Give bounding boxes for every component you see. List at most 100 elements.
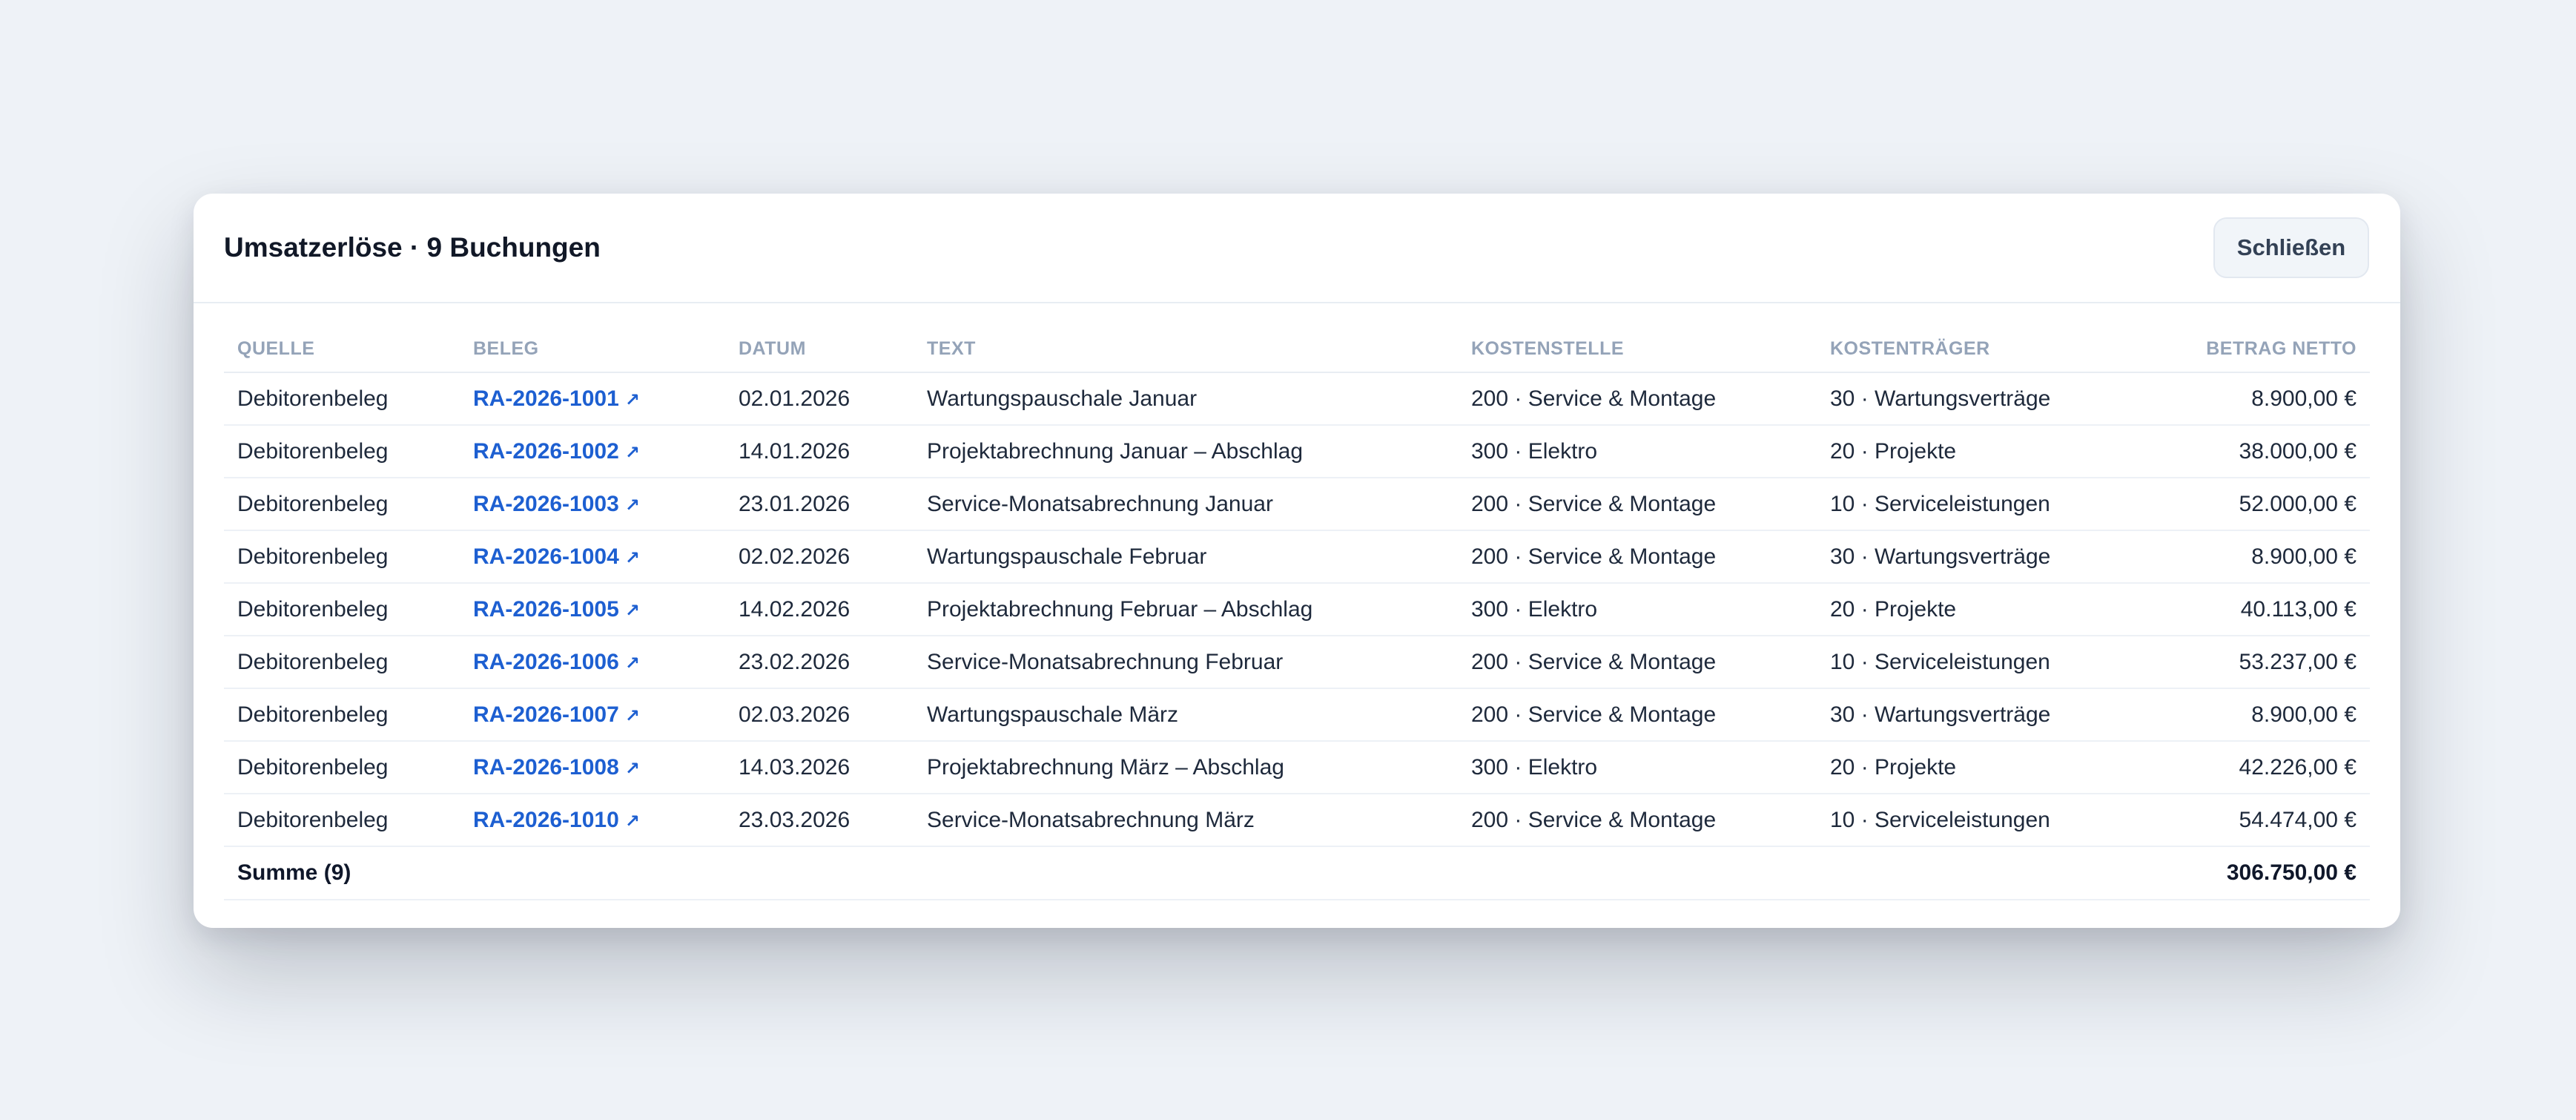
cell-kostentraeger: 10 · Serviceleistungen — [1817, 478, 2136, 531]
beleg-link[interactable]: RA-2026-1005 ↗ — [473, 597, 640, 622]
beleg-link[interactable]: RA-2026-1010 ↗ — [473, 808, 640, 832]
external-link-icon: ↗ — [624, 389, 640, 410]
beleg-link-label: RA-2026-1003 — [473, 491, 619, 516]
cell-kostenstelle: 200 · Service & Montage — [1458, 478, 1817, 531]
cell-quelle: Debitorenbeleg — [224, 530, 460, 584]
cell-beleg: RA-2026-1002 ↗ — [460, 425, 725, 478]
cell-beleg: RA-2026-1005 ↗ — [460, 583, 725, 636]
cell-text: Service-Monatsabrechnung März — [914, 794, 1458, 847]
external-link-icon: ↗ — [624, 547, 640, 568]
cell-kostentraeger: 10 · Serviceleistungen — [1817, 636, 2136, 689]
cell-text: Projektabrechnung Februar – Abschlag — [914, 583, 1458, 636]
column-header-datum: DATUM — [725, 326, 914, 373]
modal-title: Umsatzerlöse · 9 Buchungen — [224, 232, 601, 263]
table-row: Debitorenbeleg RA-2026-1003 ↗ 23.01.2026 … — [224, 478, 2370, 531]
cell-beleg: RA-2026-1007 ↗ — [460, 688, 725, 742]
summary-empty-cell — [725, 846, 914, 900]
cell-betrag: 8.900,00 € — [2136, 530, 2370, 584]
summary-empty-cell — [1817, 846, 2136, 900]
cell-kostentraeger: 20 · Projekte — [1817, 583, 2136, 636]
cell-quelle: Debitorenbeleg — [224, 478, 460, 531]
cell-kostenstelle: 300 · Elektro — [1458, 425, 1817, 478]
external-link-icon: ↗ — [624, 495, 640, 515]
beleg-link-label: RA-2026-1005 — [473, 596, 619, 622]
cell-datum: 23.03.2026 — [725, 794, 914, 847]
beleg-link-label: RA-2026-1004 — [473, 544, 619, 569]
cell-betrag: 53.237,00 € — [2136, 636, 2370, 689]
bookings-table: QUELLE BELEG DATUM TEXT KOSTENSTELLE KOS… — [224, 326, 2370, 900]
beleg-link-label: RA-2026-1008 — [473, 754, 619, 780]
cell-quelle: Debitorenbeleg — [224, 425, 460, 478]
cell-datum: 23.02.2026 — [725, 636, 914, 689]
cell-datum: 14.01.2026 — [725, 425, 914, 478]
cell-datum: 02.01.2026 — [725, 372, 914, 426]
cell-kostenstelle: 200 · Service & Montage — [1458, 636, 1817, 689]
column-header-betrag: BETRAG NETTO — [2136, 326, 2370, 373]
cell-beleg: RA-2026-1006 ↗ — [460, 636, 725, 689]
table-row: Debitorenbeleg RA-2026-1005 ↗ 14.02.2026 … — [224, 583, 2370, 636]
beleg-link[interactable]: RA-2026-1004 ↗ — [473, 544, 640, 569]
table-row: Debitorenbeleg RA-2026-1006 ↗ 23.02.2026 … — [224, 636, 2370, 689]
table-header-row: QUELLE BELEG DATUM TEXT KOSTENSTELLE KOS… — [224, 326, 2370, 373]
column-header-text: TEXT — [914, 326, 1458, 373]
beleg-link[interactable]: RA-2026-1007 ↗ — [473, 702, 640, 727]
cell-kostenstelle: 200 · Service & Montage — [1458, 688, 1817, 742]
column-header-kostentraeger: KOSTENTRÄGER — [1817, 326, 2136, 373]
cell-betrag: 8.900,00 € — [2136, 372, 2370, 426]
summary-empty-cell — [914, 846, 1458, 900]
cell-kostenstelle: 300 · Elektro — [1458, 583, 1817, 636]
external-link-icon: ↗ — [624, 442, 640, 463]
cell-kostenstelle: 200 · Service & Montage — [1458, 530, 1817, 584]
table-row: Debitorenbeleg RA-2026-1004 ↗ 02.02.2026 … — [224, 530, 2370, 584]
cell-text: Wartungspauschale März — [914, 688, 1458, 742]
cell-kostenstelle: 200 · Service & Montage — [1458, 794, 1817, 847]
external-link-icon: ↗ — [624, 758, 640, 779]
cell-beleg: RA-2026-1003 ↗ — [460, 478, 725, 531]
cell-datum: 14.02.2026 — [725, 583, 914, 636]
table-row: Debitorenbeleg RA-2026-1001 ↗ 02.01.2026 … — [224, 372, 2370, 426]
bookings-modal: Umsatzerlöse · 9 Buchungen Schließen QUE… — [194, 194, 2400, 928]
beleg-link[interactable]: RA-2026-1002 ↗ — [473, 439, 640, 464]
cell-betrag: 52.000,00 € — [2136, 478, 2370, 531]
cell-kostentraeger: 20 · Projekte — [1817, 741, 2136, 794]
cell-beleg: RA-2026-1004 ↗ — [460, 530, 725, 584]
cell-kostentraeger: 30 · Wartungsverträge — [1817, 372, 2136, 426]
cell-betrag: 8.900,00 € — [2136, 688, 2370, 742]
cell-quelle: Debitorenbeleg — [224, 583, 460, 636]
summary-empty-cell — [1458, 846, 1817, 900]
cell-datum: 02.02.2026 — [725, 530, 914, 584]
table-row: Debitorenbeleg RA-2026-1008 ↗ 14.03.2026 … — [224, 741, 2370, 794]
beleg-link-label: RA-2026-1007 — [473, 702, 619, 727]
table-row: Debitorenbeleg RA-2026-1010 ↗ 23.03.2026 … — [224, 794, 2370, 847]
beleg-link-label: RA-2026-1002 — [473, 438, 619, 464]
summary-empty-cell — [460, 846, 725, 900]
cell-kostentraeger: 10 · Serviceleistungen — [1817, 794, 2136, 847]
summary-label: Summe (9) — [224, 846, 460, 900]
cell-text: Projektabrechnung Januar – Abschlag — [914, 425, 1458, 478]
beleg-link[interactable]: RA-2026-1003 ↗ — [473, 492, 640, 516]
beleg-link[interactable]: RA-2026-1001 ↗ — [473, 386, 640, 411]
table-row: Debitorenbeleg RA-2026-1007 ↗ 02.03.2026 … — [224, 688, 2370, 742]
beleg-link-label: RA-2026-1001 — [473, 386, 619, 411]
cell-kostenstelle: 300 · Elektro — [1458, 741, 1817, 794]
cell-quelle: Debitorenbeleg — [224, 794, 460, 847]
beleg-link[interactable]: RA-2026-1008 ↗ — [473, 755, 640, 780]
beleg-link[interactable]: RA-2026-1006 ↗ — [473, 650, 640, 674]
cell-beleg: RA-2026-1008 ↗ — [460, 741, 725, 794]
beleg-link-label: RA-2026-1006 — [473, 649, 619, 674]
cell-betrag: 42.226,00 € — [2136, 741, 2370, 794]
beleg-link-label: RA-2026-1010 — [473, 807, 619, 832]
table-container: QUELLE BELEG DATUM TEXT KOSTENSTELLE KOS… — [194, 303, 2400, 900]
cell-text: Service-Monatsabrechnung Januar — [914, 478, 1458, 531]
cell-kostenstelle: 200 · Service & Montage — [1458, 372, 1817, 426]
close-button[interactable]: Schließen — [2213, 217, 2369, 278]
cell-betrag: 40.113,00 € — [2136, 583, 2370, 636]
external-link-icon: ↗ — [624, 705, 640, 726]
summary-row: Summe (9) 306.750,00 € — [224, 846, 2370, 900]
cell-datum: 14.03.2026 — [725, 741, 914, 794]
cell-text: Wartungspauschale Februar — [914, 530, 1458, 584]
cell-beleg: RA-2026-1001 ↗ — [460, 372, 725, 426]
cell-datum: 23.01.2026 — [725, 478, 914, 531]
cell-betrag: 38.000,00 € — [2136, 425, 2370, 478]
cell-quelle: Debitorenbeleg — [224, 688, 460, 742]
